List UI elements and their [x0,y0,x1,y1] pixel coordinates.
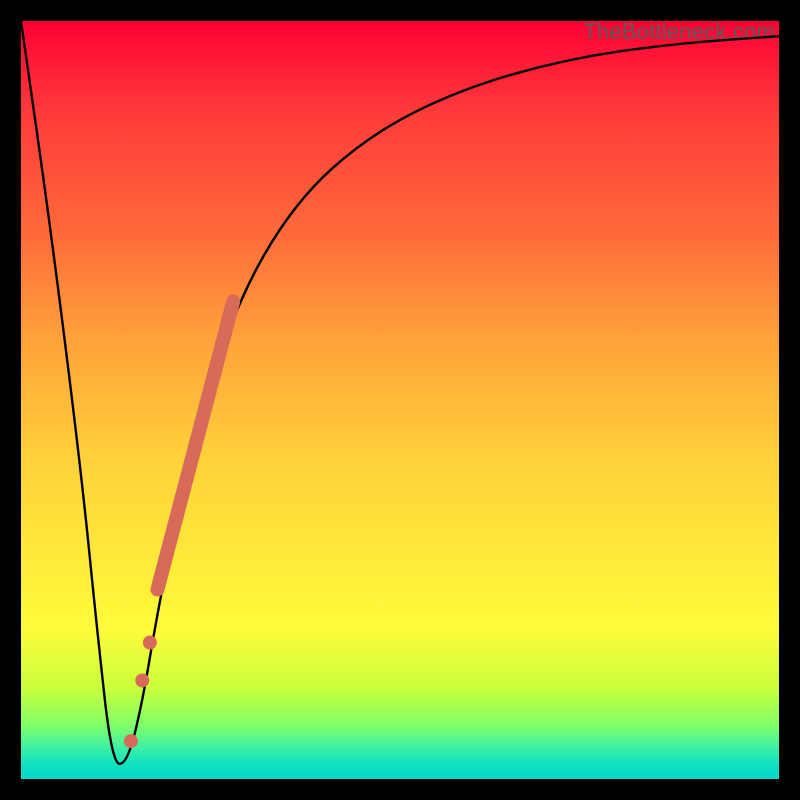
bottleneck-curve [21,21,779,779]
chart-frame: TheBottleneck.com [0,0,800,800]
plot-area: TheBottleneck.com [21,21,779,779]
data-markers [124,301,233,748]
